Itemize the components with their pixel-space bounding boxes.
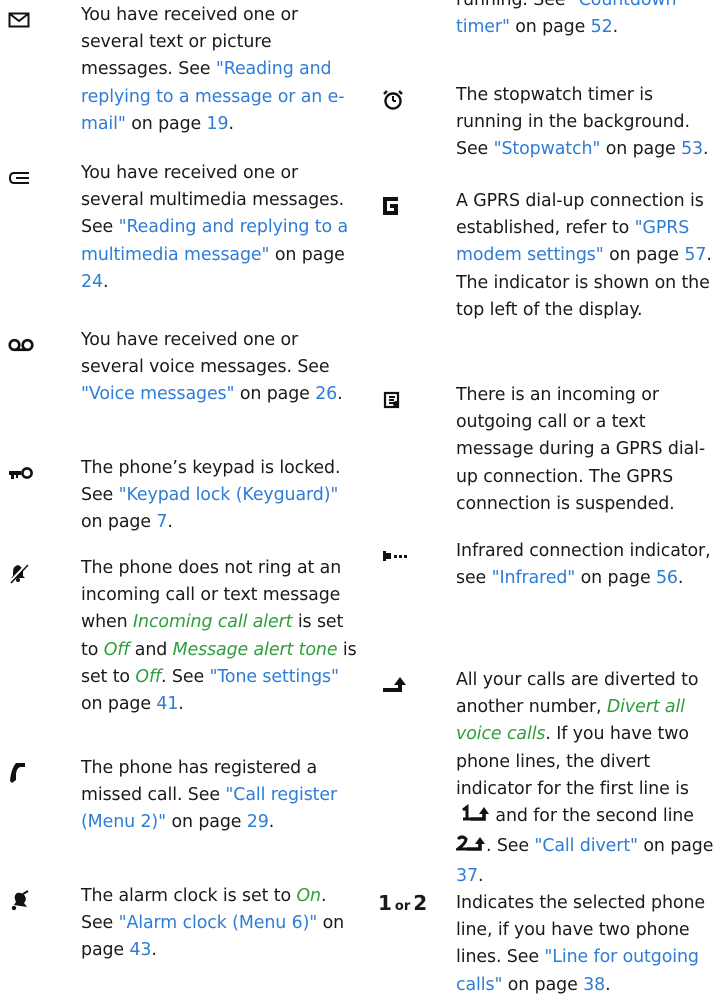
option-value-on: On	[296, 886, 321, 906]
page-link[interactable]: 56	[656, 568, 678, 588]
indicator-description: The stopwatch timer is running in the ba…	[456, 85, 709, 160]
indicator-description: There is an incoming or outgoing call or…	[456, 385, 706, 514]
page-link[interactable]: 7	[156, 512, 167, 532]
stopwatch-icon	[382, 87, 416, 113]
indicator-description: Infrared connection indicator, see "Infr…	[456, 541, 711, 589]
page-link[interactable]: 38	[583, 975, 605, 995]
indicator-description: The phone does not ring at an incoming c…	[81, 558, 357, 715]
voicemail-icon	[8, 332, 42, 358]
divert-line-two-icon	[453, 834, 486, 863]
indicator-description: You have received one or several voice m…	[81, 330, 343, 405]
line-indicator-label: 1 or 2	[378, 891, 428, 915]
page-link[interactable]: 26	[315, 384, 337, 404]
indicator-description: All your calls are diverted to another n…	[453, 670, 714, 887]
divert-line-one-icon	[460, 804, 490, 833]
page-link[interactable]: 57	[684, 245, 706, 265]
gprs-suspended-icon	[382, 387, 416, 413]
indicator-description: running. See "Countdown timer" on page 5…	[456, 0, 724, 41]
link-tone-settings[interactable]: "Tone settings"	[209, 667, 339, 687]
multimedia-message-icon	[8, 165, 42, 191]
link-voice-messages[interactable]: "Voice messages"	[81, 384, 235, 404]
link-keypad-lock[interactable]: "Keypad lock (Keyguard)"	[119, 485, 339, 505]
page-link[interactable]: 52	[591, 17, 613, 37]
page-link[interactable]: 19	[207, 114, 229, 134]
key-icon	[8, 460, 42, 486]
option-value-off: Off	[103, 639, 130, 660]
option-incoming-call-alert: Incoming call alert	[133, 612, 293, 633]
page-link[interactable]: 37	[456, 866, 478, 886]
indicator-description: The phone has registered a missed call. …	[81, 758, 338, 833]
page-link[interactable]: 29	[247, 812, 269, 832]
indicator-description: The phone’s keypad is locked. See "Keypa…	[81, 458, 341, 533]
missed-call-icon	[8, 760, 42, 786]
page-link[interactable]: 53	[681, 139, 703, 159]
silent-mode-icon	[8, 560, 42, 586]
page-link[interactable]: 24	[81, 272, 103, 292]
alarm-bell-icon	[8, 888, 42, 914]
line-two-icon: 2	[413, 891, 428, 915]
option-value-off: Off	[135, 666, 162, 687]
indicator-description: You have received one or several multime…	[81, 163, 349, 292]
indicator-description: A GPRS dial-up connection is established…	[456, 191, 712, 320]
link-alarm-clock[interactable]: "Alarm clock (Menu 6)"	[119, 913, 318, 933]
link-infrared[interactable]: "Infrared"	[492, 568, 576, 588]
gprs-g-icon	[382, 193, 416, 219]
line-one-icon: 1	[378, 891, 392, 915]
indicator-description: You have received one or several text or…	[81, 5, 345, 134]
option-message-alert-tone: Message alert tone	[172, 639, 338, 660]
page-link[interactable]: 43	[129, 940, 151, 960]
page-link[interactable]: 41	[156, 694, 178, 714]
link-call-divert[interactable]: "Call divert"	[534, 836, 638, 856]
infrared-icon	[382, 543, 416, 569]
indicator-description: The alarm clock is set to On. See "Alarm…	[81, 886, 345, 961]
indicator-description: Indicates the selected phone line, if yo…	[456, 893, 705, 995]
envelope-icon	[8, 7, 42, 33]
link-stopwatch[interactable]: "Stopwatch"	[494, 139, 601, 159]
call-divert-icon	[382, 672, 416, 698]
